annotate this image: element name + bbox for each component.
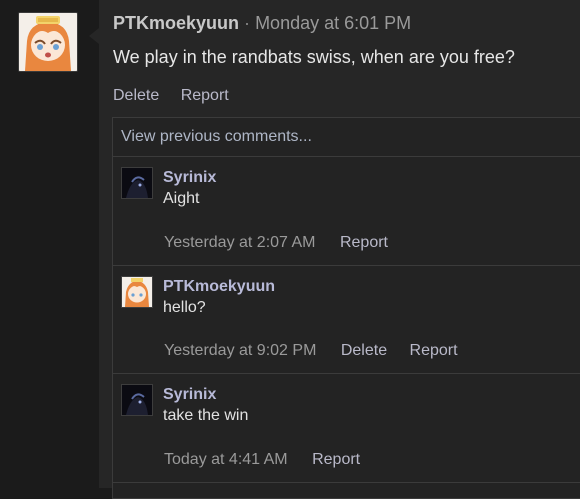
comment-author-avatar[interactable] <box>121 276 153 308</box>
comment-actions: Yesterday at 9:02 PM Delete Report <box>164 342 476 360</box>
post-report-link[interactable]: Report <box>181 87 229 104</box>
comment-item: Syrinix Aight Yesterday at 2:07 AM Repor… <box>113 157 580 266</box>
comments-box: View previous comments... Syrinix Aight … <box>112 117 580 499</box>
anime-avatar-icon <box>122 277 152 307</box>
comment-timestamp[interactable]: Yesterday at 9:02 PM <box>164 342 316 359</box>
comment-delete-link[interactable]: Delete <box>341 342 387 359</box>
post-delete-link[interactable]: Delete <box>113 87 159 104</box>
left-rail <box>0 0 99 488</box>
post-body: We play in the randbats swiss, when are … <box>113 47 515 67</box>
comment-report-link[interactable]: Report <box>340 234 388 251</box>
post-separator: · <box>244 13 251 33</box>
comment-item: PTKmoekyuun hello? Yesterday at 9:02 PM … <box>113 266 580 374</box>
post-author-avatar[interactable] <box>18 12 78 72</box>
comment-actions: Yesterday at 2:07 AM Report <box>164 234 406 252</box>
post-header: PTKmoekyuun · Monday at 6:01 PM <box>113 13 411 34</box>
view-previous-comments-link[interactable]: View previous comments... <box>113 118 580 157</box>
comment-author[interactable]: PTKmoekyuun <box>163 278 275 296</box>
post-actions: Delete Report <box>113 87 246 105</box>
post-author[interactable]: PTKmoekyuun <box>113 13 239 33</box>
comment-timestamp[interactable]: Yesterday at 2:07 AM <box>164 234 316 251</box>
comment-report-link[interactable]: Report <box>410 342 458 359</box>
comment-text: hello? <box>163 299 206 316</box>
comment-author-avatar[interactable] <box>121 167 153 199</box>
anime-avatar-icon <box>19 13 77 71</box>
comment-text: take the win <box>163 407 249 424</box>
comment-actions: Today at 4:41 AM Report <box>164 451 378 469</box>
post-timestamp[interactable]: Monday at 6:01 PM <box>255 13 411 33</box>
comment-author-avatar[interactable] <box>121 384 153 416</box>
comment-item: Syrinix take the win Today at 4:41 AM Re… <box>113 374 580 483</box>
comment-report-link[interactable]: Report <box>312 451 360 468</box>
dark-character-avatar-icon <box>122 385 152 415</box>
comment-author[interactable]: Syrinix <box>163 386 216 404</box>
bubble-arrow <box>89 28 99 44</box>
dark-character-avatar-icon <box>122 168 152 198</box>
comment-text: Aight <box>163 190 200 207</box>
comment-author[interactable]: Syrinix <box>163 169 216 187</box>
comment-timestamp[interactable]: Today at 4:41 AM <box>164 451 288 468</box>
